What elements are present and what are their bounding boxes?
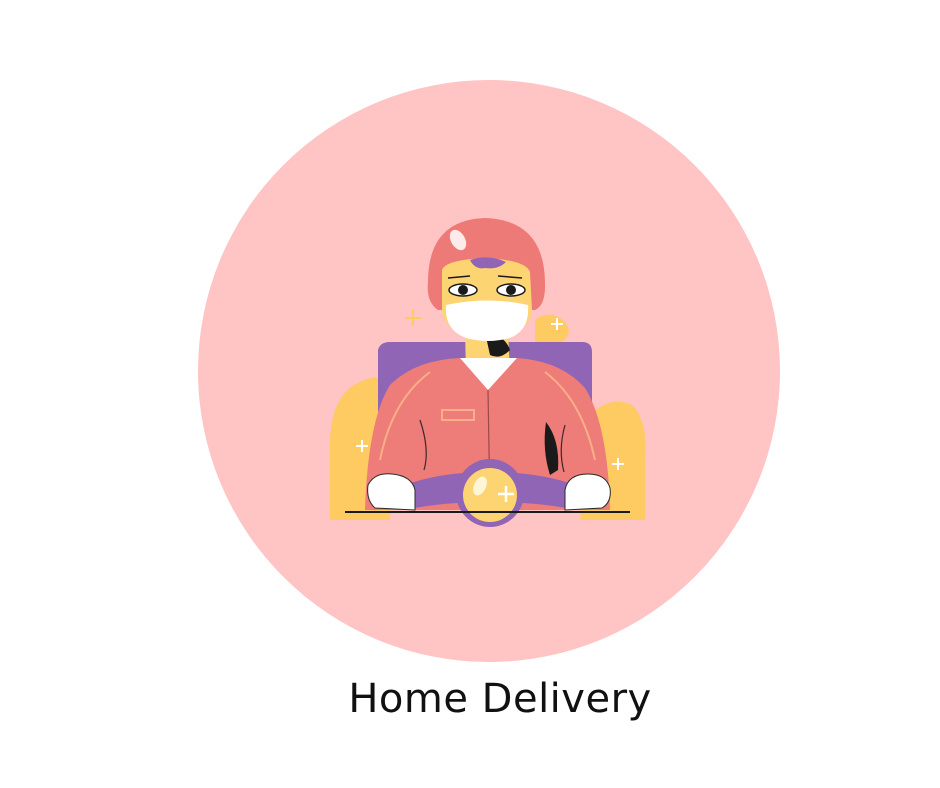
yellow-shape-top — [535, 314, 569, 345]
page: Home Delivery — [0, 0, 940, 788]
left-glove — [367, 473, 416, 511]
right-glove — [564, 473, 611, 511]
delivery-rider-icon — [330, 218, 646, 527]
title-text: Home Delivery — [348, 676, 652, 722]
face-mask — [445, 300, 529, 341]
